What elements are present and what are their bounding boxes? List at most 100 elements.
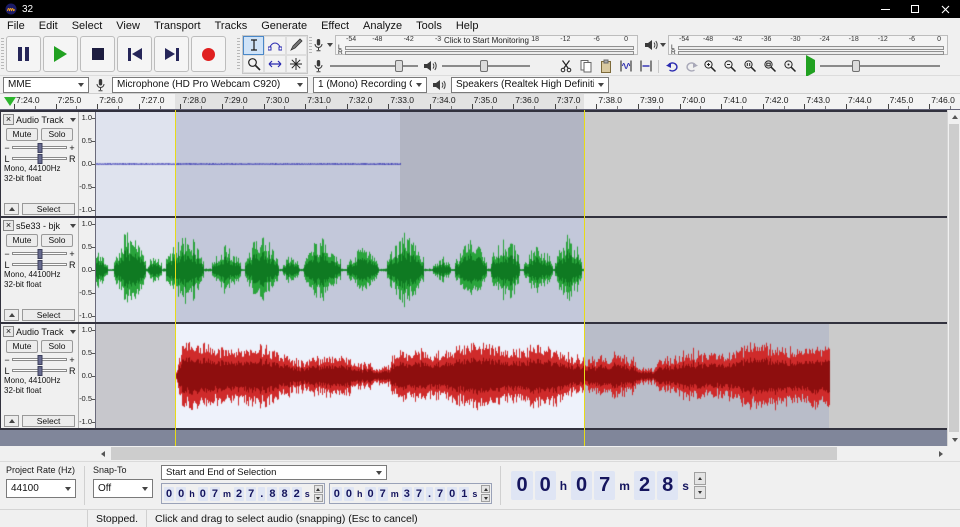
audio-position-display[interactable]: 00h07m28s (509, 469, 706, 503)
menu-tools[interactable]: Tools (409, 18, 449, 33)
mute-button[interactable]: Mute (6, 128, 38, 141)
menu-tracks[interactable]: Tracks (208, 18, 255, 33)
recording-meter-body[interactable]: -54-48-42-36-30-24-18-12-60 L R Click to… (335, 35, 638, 55)
scroll-down-arrow[interactable] (948, 433, 960, 446)
time-digit[interactable]: 7 (378, 487, 388, 501)
waveform-area[interactable] (95, 324, 960, 428)
track-title[interactable]: Audio Track (16, 327, 68, 337)
spin-up-icon[interactable] (694, 472, 706, 485)
menu-edit[interactable]: Edit (32, 18, 65, 33)
envelope-tool-button[interactable] (264, 36, 285, 55)
timeline-ruler[interactable]: 7:24.07:25.07:26.07:27.07:28.07:29.07:30… (0, 94, 960, 110)
playback-device-select[interactable]: Speakers (Realtek High Definiti (451, 77, 609, 93)
waveform-canvas[interactable] (96, 324, 947, 428)
pan-slider[interactable]: LR (1, 153, 78, 164)
solo-button[interactable]: Solo (41, 234, 73, 247)
gain-slider[interactable]: −+ (1, 354, 78, 365)
pan-slider[interactable]: LR (1, 365, 78, 376)
time-digit[interactable]: . (426, 487, 433, 501)
time-spinner[interactable] (694, 472, 706, 499)
select-button[interactable]: Select (22, 309, 75, 321)
monitoring-hint[interactable]: Click to Start Monitoring (441, 36, 532, 45)
zoom-selection-button[interactable] (740, 57, 759, 75)
time-digit[interactable]: 0 (365, 487, 375, 501)
gain-slider[interactable]: −+ (1, 142, 78, 153)
track-close-button[interactable]: × (3, 114, 14, 125)
track-title[interactable]: Audio Track (16, 115, 68, 125)
track-title[interactable]: s5e33 - bjk (16, 221, 68, 231)
skip-to-start-button[interactable] (117, 36, 152, 72)
waveform-area[interactable] (95, 218, 960, 322)
zoom-toggle-button[interactable] (780, 57, 799, 75)
time-digit[interactable]: 1 (459, 487, 469, 501)
track-menu-caret-icon[interactable] (70, 224, 76, 228)
recording-volume-slider[interactable] (330, 59, 418, 73)
snap-to-select[interactable]: Off (93, 479, 153, 498)
time-digit[interactable]: 2 (634, 471, 655, 500)
menu-help[interactable]: Help (449, 18, 486, 33)
paste-button[interactable] (596, 57, 615, 75)
time-digit[interactable]: . (258, 487, 265, 501)
solo-button[interactable]: Solo (41, 340, 73, 353)
redo-button[interactable] (682, 57, 701, 75)
collapse-button[interactable] (4, 309, 19, 321)
selection-end-field[interactable]: 00h07m37.701s (329, 483, 493, 504)
mute-button[interactable]: Mute (6, 234, 38, 247)
copy-button[interactable] (576, 57, 595, 75)
trim-audio-button[interactable] (616, 57, 635, 75)
meter-menu-caret-icon[interactable] (660, 43, 666, 47)
recording-meter[interactable]: -54-48-42-36-30-24-18-12-60 L R Click to… (312, 35, 638, 55)
time-digit[interactable]: 0 (164, 487, 174, 501)
pause-button[interactable] (6, 36, 41, 72)
horizontal-scroll-thumb[interactable] (111, 447, 837, 460)
time-digit[interactable]: 3 (402, 487, 412, 501)
menu-effect[interactable]: Effect (314, 18, 356, 33)
track-close-button[interactable]: × (3, 220, 14, 231)
time-digit[interactable]: 0 (571, 471, 592, 500)
toolbar-grip[interactable] (1, 38, 4, 70)
time-digit[interactable]: 7 (246, 487, 256, 501)
play-at-speed-button[interactable] (806, 60, 815, 72)
vertical-scale-ruler[interactable]: 1.00.50.0-0.5-1.0 (78, 324, 95, 428)
menu-transport[interactable]: Transport (147, 18, 208, 33)
track-menu-caret-icon[interactable] (70, 330, 76, 334)
time-digit[interactable]: 0 (447, 487, 457, 501)
maximize-button[interactable] (900, 0, 930, 18)
menu-analyze[interactable]: Analyze (356, 18, 409, 33)
time-digit[interactable]: 8 (267, 487, 277, 501)
time-digit[interactable]: 0 (511, 471, 532, 500)
spin-down-icon[interactable] (481, 494, 490, 502)
selection-tool-button[interactable] (243, 36, 264, 55)
recording-channels-select[interactable]: 1 (Mono) Recording Chann (313, 77, 427, 93)
vertical-scroll-thumb[interactable] (949, 124, 959, 432)
menu-select[interactable]: Select (65, 18, 110, 33)
collapse-button[interactable] (4, 203, 19, 215)
time-digit[interactable]: 0 (176, 487, 186, 501)
time-digit[interactable]: 0 (344, 487, 354, 501)
selection-range-mode-select[interactable]: Start and End of Selection (161, 465, 387, 480)
playback-meter-body[interactable]: -54-48-42-36-30-24-18-12-60 L R (668, 35, 948, 55)
playback-volume-slider[interactable] (442, 59, 530, 73)
menu-view[interactable]: View (109, 18, 147, 33)
time-digit[interactable]: 8 (279, 487, 289, 501)
spin-down-icon[interactable] (314, 494, 323, 502)
scroll-up-arrow[interactable] (948, 110, 960, 123)
time-digit[interactable]: 0 (535, 471, 556, 500)
undo-button[interactable] (662, 57, 681, 75)
minimize-button[interactable] (870, 0, 900, 18)
track-menu-caret-icon[interactable] (70, 118, 76, 122)
zoom-fit-button[interactable] (760, 57, 779, 75)
time-digit[interactable]: 2 (234, 487, 244, 501)
time-digit[interactable]: 0 (198, 487, 208, 501)
time-spinner[interactable] (481, 485, 490, 502)
playback-meter[interactable]: -54-48-42-36-30-24-18-12-60 L R (644, 35, 948, 55)
spin-up-icon[interactable] (481, 485, 490, 493)
zoom-tool-button[interactable] (243, 55, 264, 74)
time-digit[interactable]: 7 (594, 471, 615, 500)
menu-generate[interactable]: Generate (254, 18, 314, 33)
track-close-button[interactable]: × (3, 326, 14, 337)
timeshift-tool-button[interactable] (264, 55, 285, 74)
time-digit[interactable]: 7 (435, 487, 445, 501)
vertical-scale-ruler[interactable]: 1.00.50.0-0.5-1.0 (78, 218, 95, 322)
spin-down-icon[interactable] (694, 486, 706, 499)
